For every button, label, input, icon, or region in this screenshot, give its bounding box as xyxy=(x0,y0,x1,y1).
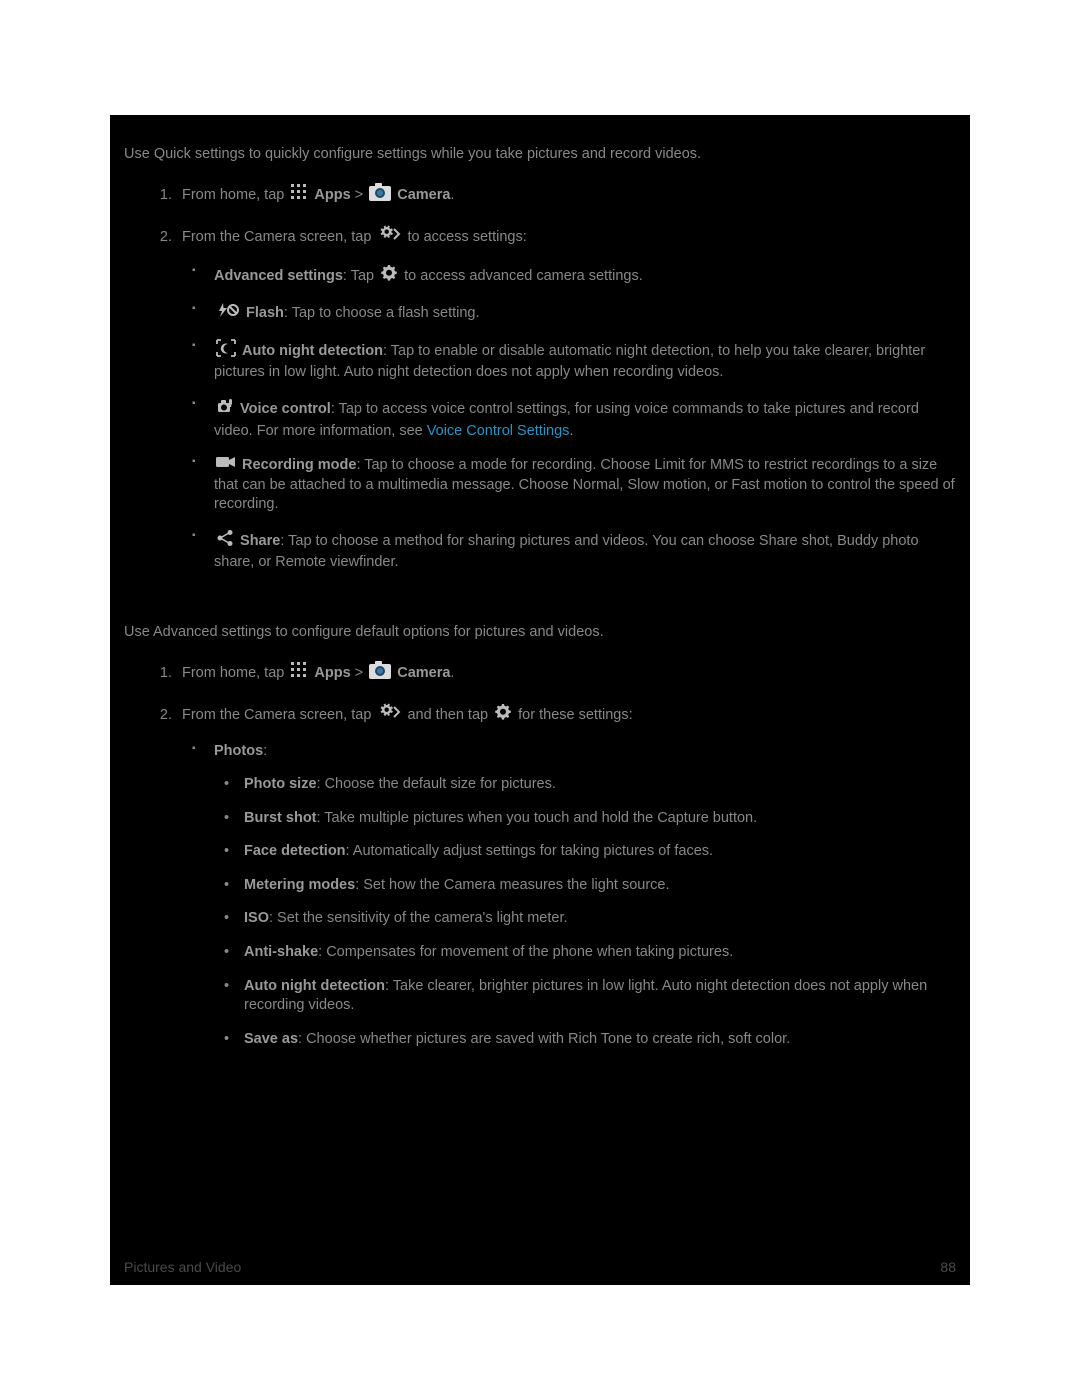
camera-app-icon xyxy=(369,183,391,208)
face-post: : Automatically adjust settings for taki… xyxy=(346,843,714,859)
advanced-settings-intro: Use Advanced settings to configure defau… xyxy=(124,623,956,643)
flash-icon xyxy=(216,302,240,325)
recording-item: Recording mode: Tap to choose a mode for… xyxy=(192,455,956,515)
voice-b: Voice control xyxy=(240,401,331,417)
share-post: : Tap to choose a method for sharing pic… xyxy=(214,533,919,570)
advanced-sublist: Photos: Photo size: Choose the default s… xyxy=(192,742,956,1050)
adv-post: to access advanced camera settings. xyxy=(404,268,643,284)
face-b: Face detection xyxy=(244,843,346,859)
quick-settings-intro: Use Quick settings to quickly configure … xyxy=(124,145,956,165)
step-1: From home, tap Apps > Camera. xyxy=(176,183,956,208)
settings-gear-icon xyxy=(380,264,398,289)
apps-label-2: Apps xyxy=(314,665,350,681)
burst-b: Burst shot xyxy=(244,810,317,826)
camera-label: Camera xyxy=(397,187,450,203)
adv-step1-sep: > xyxy=(351,665,368,681)
metering-item: Metering modes: Set how the Camera measu… xyxy=(224,876,956,896)
voice-control-settings-link[interactable]: Voice Control Settings xyxy=(427,423,570,439)
footer-section: Pictures and Video xyxy=(124,1258,241,1277)
photos-colon: : xyxy=(263,743,267,759)
night-item: Auto night detection: Tap to enable or d… xyxy=(192,339,956,383)
anti-shake-item: Anti-shake: Compensates for movement of … xyxy=(224,943,956,963)
photo-size-item: Photo size: Choose the default size for … xyxy=(224,775,956,795)
flash-item: Flash: Tap to choose a flash setting. xyxy=(192,302,956,325)
quick-settings-steps: From home, tap Apps > Camera. From the C… xyxy=(154,183,956,573)
adv-step2-pre: From the Camera screen, tap xyxy=(182,707,375,723)
share-b: Share xyxy=(240,533,280,549)
apps-grid-icon xyxy=(290,183,308,208)
save-b: Save as xyxy=(244,1031,298,1047)
photos-item: Photos: Photo size: Choose the default s… xyxy=(192,742,956,1050)
page-footer: Pictures and Video 88 xyxy=(110,1258,970,1277)
adv-mid: : Tap xyxy=(343,268,378,284)
apps-label: Apps xyxy=(314,187,350,203)
anti-post: : Compensates for movement of the phone … xyxy=(318,944,733,960)
step1-sep: > xyxy=(351,187,368,203)
step1-text-pre: From home, tap xyxy=(182,187,288,203)
advanced-settings-steps: From home, tap Apps > Camera. From the C… xyxy=(154,661,956,1050)
face-detection-item: Face detection: Automatically adjust set… xyxy=(224,842,956,862)
camera-label-2: Camera xyxy=(397,665,450,681)
iso-b: ISO xyxy=(244,910,269,926)
step2-post: to access settings: xyxy=(407,229,526,245)
settings-gear-icon xyxy=(494,703,512,728)
flash-b: Flash xyxy=(246,305,284,321)
adv-b: Advanced settings xyxy=(214,268,343,284)
adv-step2-mid: and then tap xyxy=(407,707,492,723)
share-item: Share: Tap to choose a method for sharin… xyxy=(192,529,956,573)
burst-shot-item: Burst shot: Take multiple pictures when … xyxy=(224,809,956,829)
meter-post: : Set how the Camera measures the light … xyxy=(355,877,669,893)
apps-grid-icon xyxy=(290,661,308,686)
nightd-b: Auto night detection xyxy=(244,978,385,994)
adv-step1-post: . xyxy=(450,665,454,681)
adv-step1-pre: From home, tap xyxy=(182,665,288,681)
step2-pre: From the Camera screen, tap xyxy=(182,229,375,245)
quick-settings-sublist: Advanced settings: Tap to access advance… xyxy=(192,264,956,573)
document-page: Use Quick settings to quickly configure … xyxy=(110,115,970,1285)
anti-b: Anti-shake xyxy=(244,944,318,960)
rec-b: Recording mode xyxy=(242,457,356,473)
iso-post: : Set the sensitivity of the camera's li… xyxy=(269,910,568,926)
size-post: : Choose the default size for pictures. xyxy=(317,776,556,792)
night-detection-icon xyxy=(216,339,236,364)
step1-post: . xyxy=(450,187,454,203)
adv-step-1: From home, tap Apps > Camera. xyxy=(176,661,956,686)
night-b: Auto night detection xyxy=(242,343,383,359)
settings-gear-chevron-icon xyxy=(377,703,401,728)
video-recorder-icon xyxy=(216,455,236,476)
footer-page-number: 88 xyxy=(940,1258,956,1277)
adv-step2-post: for these settings: xyxy=(518,707,632,723)
meter-b: Metering modes xyxy=(244,877,355,893)
photos-sublist: Photo size: Choose the default size for … xyxy=(224,775,956,1049)
page-content: Use Quick settings to quickly configure … xyxy=(110,145,970,1049)
burst-post: : Take multiple pictures when you touch … xyxy=(317,810,758,826)
adv-step-2: From the Camera screen, tap and then tap… xyxy=(176,703,956,1049)
save-as-item: Save as: Choose whether pictures are sav… xyxy=(224,1030,956,1050)
auto-night-item: Auto night detection: Take clearer, brig… xyxy=(224,977,956,1016)
camera-app-icon xyxy=(369,661,391,686)
flash-post: : Tap to choose a flash setting. xyxy=(284,305,480,321)
voice-post: . xyxy=(569,423,573,439)
save-post: : Choose whether pictures are saved with… xyxy=(298,1031,790,1047)
iso-item: ISO: Set the sensitivity of the camera's… xyxy=(224,909,956,929)
voice-item: Voice control: Tap to access voice contr… xyxy=(192,397,956,441)
share-icon xyxy=(216,529,234,554)
voice-control-icon xyxy=(216,397,234,422)
step-2: From the Camera screen, tap to access se… xyxy=(176,225,956,573)
adv-settings-item: Advanced settings: Tap to access advance… xyxy=(192,264,956,289)
settings-gear-chevron-icon xyxy=(377,225,401,250)
size-b: Photo size xyxy=(244,776,317,792)
photos-b: Photos xyxy=(214,743,263,759)
